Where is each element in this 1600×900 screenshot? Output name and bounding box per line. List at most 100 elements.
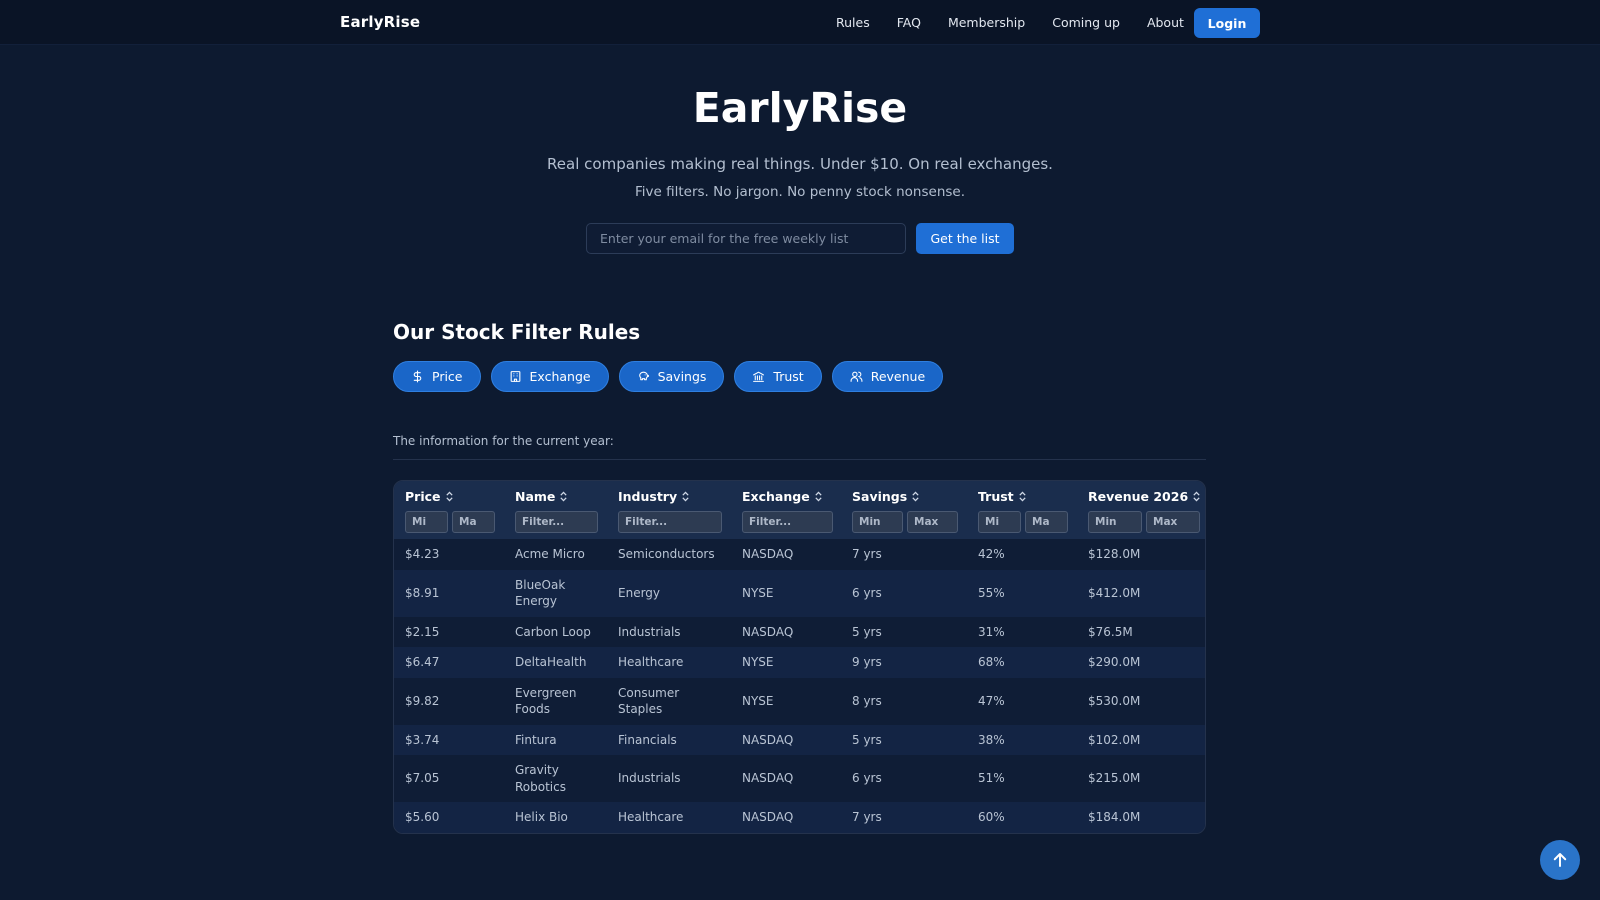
trust-min-input[interactable] bbox=[978, 511, 1021, 533]
cell-name: BlueOak Energy bbox=[515, 577, 566, 609]
cell-exchange: NASDAQ bbox=[742, 732, 794, 747]
cell-name: Helix Bio bbox=[515, 810, 568, 824]
cell-price: $6.47 bbox=[405, 655, 440, 669]
savings-max-input[interactable] bbox=[907, 511, 958, 533]
col-header-trust: Trust bbox=[967, 481, 1077, 539]
sort-icon bbox=[1018, 491, 1026, 502]
divider bbox=[393, 459, 1206, 460]
table-row: $8.91 BlueOak Energy Energy NYSE 6 yrs 55% $41… bbox=[394, 569, 1205, 617]
cell-trust: 60% bbox=[978, 810, 1005, 824]
sort-exchange[interactable]: Exchange bbox=[742, 489, 841, 504]
building-icon bbox=[510, 371, 520, 382]
exchange-filter-input[interactable] bbox=[742, 511, 833, 533]
sort-price[interactable]: Price bbox=[405, 489, 504, 504]
sort-icon bbox=[815, 491, 822, 502]
nav-link-rules[interactable]: Rules bbox=[836, 15, 870, 30]
nav-link-coming-up[interactable]: Coming up bbox=[1052, 15, 1120, 30]
get-the-list-button[interactable]: Get the list bbox=[916, 223, 1014, 254]
col-header-price: Price bbox=[394, 481, 504, 539]
cell-industry: Semiconductors bbox=[618, 547, 715, 561]
cell-industry: Healthcare bbox=[618, 655, 684, 669]
rule-pill-trust[interactable]: Trust bbox=[734, 361, 822, 392]
col-header-revenue: Revenue 2026 bbox=[1077, 481, 1205, 539]
scroll-to-top-button[interactable] bbox=[1540, 840, 1580, 880]
sort-trust[interactable]: Trust bbox=[978, 489, 1077, 504]
sort-icon bbox=[912, 491, 919, 502]
cell-price: $9.82 bbox=[405, 693, 440, 708]
cell-industry: Healthcare bbox=[618, 810, 684, 824]
cell-trust: 47% bbox=[978, 693, 1005, 708]
cell-name: Fintura bbox=[515, 732, 557, 747]
rule-pill-label: Exchange bbox=[529, 369, 591, 384]
cell-name: Acme Micro bbox=[515, 547, 585, 561]
login-button[interactable]: Login bbox=[1194, 8, 1260, 38]
industry-filter-input[interactable] bbox=[618, 511, 722, 533]
cell-revenue: $412.0M bbox=[1088, 585, 1141, 600]
sort-icon bbox=[1193, 491, 1200, 502]
rule-pill-price[interactable]: Price bbox=[393, 361, 481, 392]
cell-trust: 51% bbox=[978, 771, 1005, 786]
cell-exchange: NYSE bbox=[742, 655, 774, 669]
cell-exchange: NASDAQ bbox=[742, 547, 794, 561]
rules-title: Our Stock Filter Rules bbox=[393, 320, 641, 344]
cell-price: $5.60 bbox=[405, 810, 440, 824]
sort-icon bbox=[560, 491, 568, 502]
cell-industry: Industrials bbox=[618, 771, 681, 786]
cell-name: Carbon Loop bbox=[515, 624, 591, 639]
sort-name[interactable]: Name bbox=[515, 489, 607, 504]
col-label: Name bbox=[515, 489, 556, 504]
rule-pill-revenue[interactable]: Revenue bbox=[831, 361, 944, 392]
nav-link-about[interactable]: About bbox=[1147, 15, 1184, 30]
cell-industry: Financials bbox=[618, 732, 677, 747]
sort-icon bbox=[682, 491, 689, 502]
sort-icon bbox=[445, 491, 453, 502]
sort-industry[interactable]: Industry bbox=[618, 489, 731, 504]
col-header-exchange: Exchange bbox=[731, 481, 841, 539]
dollar-icon bbox=[413, 370, 422, 383]
cell-price: $4.23 bbox=[405, 547, 440, 561]
table-row: $6.47 DeltaHealth Healthcare NYSE 9 yrs 68% $2… bbox=[394, 647, 1205, 678]
table-row: $7.05 Gravity Robotics Industrials NASDAQ 6 … bbox=[394, 755, 1205, 802]
col-label: Industry bbox=[618, 489, 678, 504]
table-row: $9.82 Evergreen Foods Consumer Staples NYSE… bbox=[394, 677, 1205, 725]
table-body: $4.23 Acme Micro Semiconductors NASDAQ 7 yrs… bbox=[394, 539, 1205, 833]
price-min-input[interactable] bbox=[405, 511, 448, 533]
piggy-bank-icon bbox=[638, 371, 649, 381]
rule-pill-label: Savings bbox=[657, 369, 707, 384]
cell-trust: 38% bbox=[978, 732, 1005, 747]
cell-exchange: NASDAQ bbox=[742, 810, 794, 824]
rule-pill-savings[interactable]: Savings bbox=[618, 361, 725, 392]
cell-trust: 68% bbox=[978, 655, 1005, 669]
cell-price: $8.91 bbox=[405, 585, 440, 600]
name-filter-input[interactable] bbox=[515, 511, 598, 533]
revenue-min-input[interactable] bbox=[1088, 511, 1142, 533]
hero-tagline: Five filters. No jargon. No penny stock … bbox=[634, 184, 966, 200]
sort-revenue[interactable]: Revenue 2026 bbox=[1088, 489, 1205, 504]
rule-pill-exchange[interactable]: Exchange bbox=[490, 361, 609, 392]
nav-link-faq[interactable]: FAQ bbox=[897, 15, 921, 30]
price-max-input[interactable] bbox=[452, 511, 495, 533]
cell-revenue: $290.0M bbox=[1088, 655, 1141, 669]
cell-savings: 9 yrs bbox=[852, 655, 882, 669]
trust-max-input[interactable] bbox=[1025, 511, 1068, 533]
savings-min-input[interactable] bbox=[852, 511, 903, 533]
nav-link-membership[interactable]: Membership bbox=[948, 15, 1025, 30]
cell-price: $7.05 bbox=[405, 771, 440, 786]
brand-logo[interactable]: EarlyRise bbox=[340, 13, 420, 31]
table-row: $5.60 Helix Bio Healthcare NASDAQ 7 yrs 60% $1… bbox=[394, 802, 1205, 833]
col-header-name: Name bbox=[504, 481, 607, 539]
col-header-savings: Savings bbox=[841, 481, 967, 539]
cell-industry: Energy bbox=[618, 585, 661, 600]
table-header-row: Price Name Industry bbox=[394, 481, 1205, 539]
sort-savings[interactable]: Savings bbox=[852, 489, 967, 504]
cell-price: $3.74 bbox=[405, 732, 440, 747]
cell-revenue: $102.0M bbox=[1088, 732, 1141, 747]
arrow-up-icon bbox=[1553, 853, 1567, 867]
revenue-max-input[interactable] bbox=[1146, 511, 1200, 533]
cell-trust: 55% bbox=[978, 585, 1005, 600]
rule-pill-label: Revenue bbox=[870, 369, 926, 384]
cell-savings: 5 yrs bbox=[852, 624, 882, 639]
nav-links: Rules FAQ Membership Coming up About bbox=[836, 15, 1211, 30]
col-label: Price bbox=[405, 489, 441, 504]
email-input[interactable] bbox=[586, 223, 906, 254]
